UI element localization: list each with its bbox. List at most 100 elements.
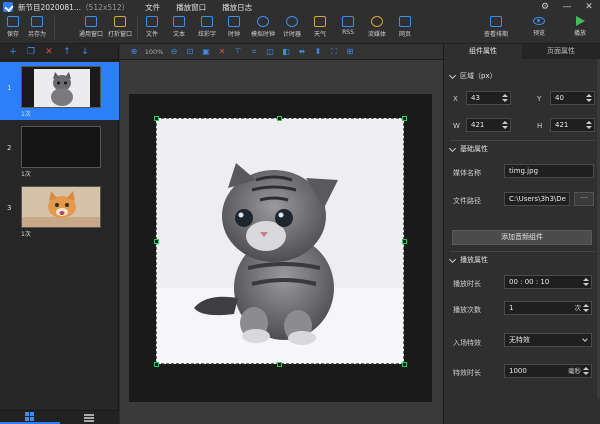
duration-input[interactable]: 00 : 00 : 10 [504,275,592,289]
add-audio-component-button[interactable]: 添加音频组件 [452,230,592,245]
zoom-out-icon[interactable]: ⊖ [166,47,182,56]
menu-play-log[interactable]: 播放日志 [222,2,252,13]
delete-slide-button[interactable]: ✕ [40,47,58,57]
play-times-spinner-icon[interactable] [583,302,589,314]
fullscreen-icon[interactable]: ⛶ [326,47,342,57]
file-button[interactable]: 文件 [138,16,166,38]
split-window-button[interactable]: 打折窗口 [106,16,134,38]
play-button[interactable]: 播放 [566,16,594,37]
stretch-horizontal-icon[interactable]: ⬌ [294,47,310,56]
selection-frame [156,118,404,364]
file-path-label: 文件路径 [453,197,481,205]
zoom-level: 100% [144,47,164,56]
play-times-label: 播放次数 [453,306,481,314]
menu-play-window[interactable]: 播放窗口 [176,2,206,13]
save-as-icon [31,16,43,27]
program-stage[interactable] [129,94,432,402]
effect-duration-spinner-icon[interactable] [583,365,589,377]
streaming-icon [371,16,383,27]
file-path-field[interactable]: C:\Users\3h3\De [504,192,570,206]
add-slide-button[interactable]: + [4,47,22,57]
resize-handle-bottom-right[interactable] [402,362,407,367]
weather-button[interactable]: 天气 [306,16,334,38]
height-input[interactable]: 421 [550,118,595,132]
close-window-button[interactable]: ✕ [578,0,600,14]
fit-window-icon[interactable]: ⊞ [342,47,358,56]
webpage-button[interactable]: 网页 [391,16,419,38]
media-name-label: 媒体名称 [453,169,481,177]
general-window-button[interactable]: 通用窗口 [77,16,105,38]
section-basic[interactable]: 基础属性 [448,144,488,154]
play-times-input[interactable]: 1次 [504,301,592,315]
enter-effect-label: 入场特效 [453,339,481,347]
resize-handle-top[interactable] [277,116,282,121]
enter-effect-select[interactable]: 无特效 [504,333,592,347]
resize-handle-left[interactable] [154,239,159,244]
fit-screen-icon[interactable]: ⊡ [182,47,198,56]
delete-element-icon[interactable]: ✕ [214,47,230,56]
timer-button[interactable]: 计时器 [278,16,306,38]
section-region[interactable]: 区域（px） [448,71,497,81]
rss-button[interactable]: RSS [334,16,362,36]
color-text-button[interactable]: 炫彩字 [193,16,221,38]
slide-item-2[interactable]: 2 1次 [0,122,119,180]
width-label: W [453,122,460,130]
streaming-button[interactable]: 流媒体 [363,16,391,38]
width-input[interactable]: 421 [466,118,511,132]
resize-handle-right[interactable] [402,239,407,244]
slide-item-3[interactable]: 3 1次 [0,182,119,240]
clock-button[interactable]: 时钟 [220,16,248,38]
resize-handle-top-left[interactable] [154,116,159,121]
x-spinner-icon[interactable] [502,92,508,104]
tab-component-properties[interactable]: 组件属性 [444,44,522,59]
grid-view-button[interactable] [0,411,60,424]
section-playback[interactable]: 播放属性 [448,255,488,265]
resize-handle-top-right[interactable] [402,116,407,121]
menu-file[interactable]: 文件 [145,2,160,13]
resize-handle-bottom[interactable] [277,362,282,367]
bring-front-icon[interactable]: ◫ [262,47,278,56]
crop-icon[interactable]: ⌗ [246,47,262,57]
effect-duration-label: 特效时长 [453,369,481,377]
send-back-icon[interactable]: ◧ [278,47,294,56]
preview-button[interactable]: 预览 [525,16,553,37]
split-window-icon [114,16,126,27]
zoom-in-icon[interactable]: ⊕ [126,47,142,56]
canvas-area: ⊕ 100% ⊖ ⊡ ▣ ✕ ⊤ ⌗ ◫ ◧ ⬌ ⬍ ⛶ ⊞ [120,44,443,424]
tab-page-properties[interactable]: 页面属性 [522,44,600,59]
x-input[interactable]: 43 [466,91,511,105]
copy-slide-button[interactable]: ❐ [22,47,40,57]
minimize-button[interactable]: — [556,0,578,14]
move-up-button[interactable]: ↑ [58,47,76,57]
media-name-field[interactable]: timg.jpg [504,164,594,178]
y-spinner-icon[interactable] [586,92,592,104]
properties-panel: 组件属性 页面属性 区域（px） X 43 Y 40 W 421 H 421 基… [443,44,600,424]
preview-icon [533,17,545,25]
duration-spinner-icon[interactable] [583,276,589,288]
height-spinner-icon[interactable] [586,119,592,131]
stretch-vertical-icon[interactable]: ⬍ [310,47,326,56]
width-spinner-icon[interactable] [502,119,508,131]
effect-duration-input[interactable]: 1000 毫秒 [504,364,592,378]
settings-gear-icon[interactable]: ⚙ [534,0,556,14]
save-as-button[interactable]: 另存为 [23,16,51,38]
text-button[interactable]: 文本 [165,16,193,38]
analog-clock-button[interactable]: 模拟时钟 [249,16,277,38]
resize-handle-bottom-left[interactable] [154,362,159,367]
align-top-icon[interactable]: ⊤ [230,47,246,56]
clock-icon [228,16,240,27]
view-switch-bar [0,410,119,424]
view-schedule-button[interactable]: 查看排期 [480,16,512,38]
browse-file-button[interactable]: ··· [574,192,594,206]
slide-thumbnail [21,126,101,168]
rss-icon [342,16,354,27]
analog-clock-icon [257,16,269,27]
title-bar: 新节目2020081...（512x512） 文件 播放窗口 播放日志 ⚙ — … [0,0,600,14]
list-icon [84,413,95,422]
list-view-button[interactable] [60,411,120,424]
actual-size-icon[interactable]: ▣ [198,47,214,56]
schedule-icon [490,16,502,27]
y-input[interactable]: 40 [550,91,595,105]
move-down-button[interactable]: ↓ [76,47,94,57]
slide-item-1[interactable]: 1 1次 [0,62,119,120]
